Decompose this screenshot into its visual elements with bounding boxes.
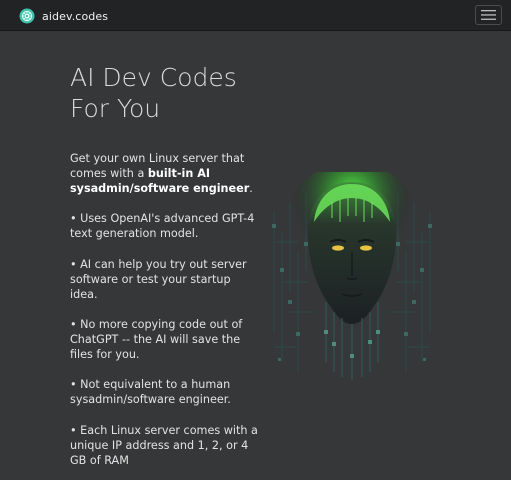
feature-bullet-saves-files: • No more copying code out of ChatGPT --… bbox=[70, 318, 243, 361]
feature-bullet-try-software: • AI can help you try out server softwar… bbox=[70, 258, 247, 301]
feature-bullet-disclaimer: • Not equivalent to a human sysadmin/sof… bbox=[70, 378, 231, 406]
hamburger-menu-icon bbox=[481, 9, 496, 21]
brain-circuit-logo-icon bbox=[19, 8, 35, 24]
brand-name: aidev.codes bbox=[42, 9, 109, 23]
intro-paragraph: Get your own Linux server that comes wit… bbox=[70, 151, 260, 196]
intro-suffix: . bbox=[249, 182, 253, 195]
feature-bullet-gpt4: • Uses OpenAI's advanced GPT-4 text gene… bbox=[70, 212, 255, 240]
page-title: AI Dev Codes For You bbox=[70, 62, 270, 124]
brand-link[interactable]: aidev.codes bbox=[19, 8, 108, 24]
feature-bullet-server-specs: • Each Linux server comes with a unique … bbox=[70, 424, 258, 467]
menu-toggle-button[interactable] bbox=[475, 5, 502, 25]
top-navbar: aidev.codes bbox=[0, 0, 511, 31]
page-title-line-2: For You bbox=[70, 94, 161, 123]
page-title-line-1: AI Dev Codes bbox=[70, 63, 237, 92]
ai-circuit-face-illustration bbox=[268, 162, 436, 382]
